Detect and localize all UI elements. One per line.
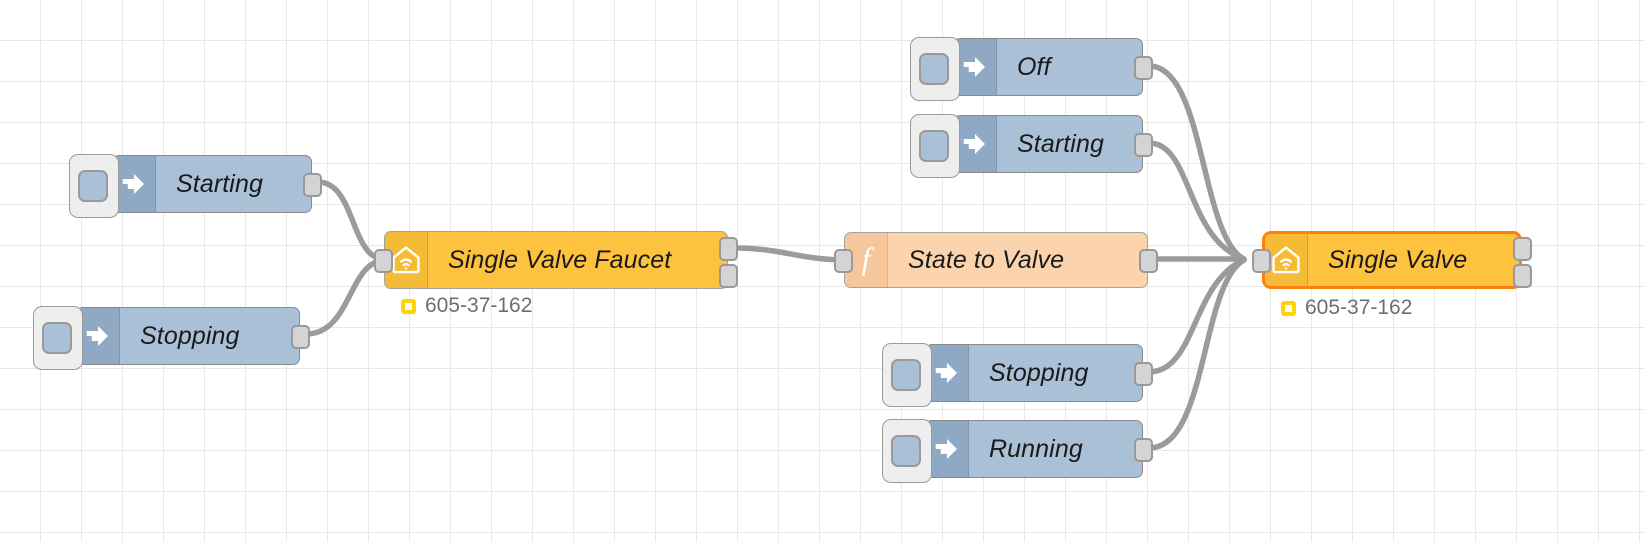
output-port[interactable] [303, 173, 322, 197]
inject-arrow-icon [113, 156, 156, 212]
inject-trigger-button[interactable] [69, 154, 119, 218]
home-assistant-icon [1265, 234, 1308, 286]
wire-stopping-right-to-single-valve [1146, 257, 1247, 375]
output-port-2[interactable] [719, 264, 738, 288]
node-label: Off [1017, 52, 1051, 81]
input-port[interactable] [374, 249, 393, 273]
inject-arrow-icon [926, 345, 969, 401]
node-label: Stopping [140, 321, 240, 350]
inject-arrow-icon [77, 308, 120, 364]
node-status: 605-37-162 [401, 294, 532, 318]
output-port[interactable] [1134, 438, 1153, 462]
status-text: 605-37-162 [1305, 296, 1413, 319]
inject-trigger-button-inner [891, 435, 921, 467]
svg-text:f: f [862, 244, 875, 276]
inject-trigger-button[interactable] [910, 114, 960, 178]
inject-arrow-icon [954, 39, 997, 95]
output-port-1[interactable] [719, 237, 738, 261]
node-label: Single Valve [1328, 245, 1468, 274]
node-inject-starting-left[interactable]: Starting [69, 154, 322, 218]
wire-running-to-single-valve [1146, 257, 1247, 451]
node-inject-stopping-right[interactable]: Stopping [882, 343, 1153, 407]
node-label: Starting [176, 169, 263, 198]
node-label: Single Valve Faucet [448, 245, 672, 274]
node-inject-starting-right[interactable]: Starting [910, 114, 1153, 178]
input-port[interactable] [1252, 249, 1271, 273]
inject-trigger-button-inner [42, 322, 72, 354]
node-ha-single-valve[interactable]: Single Valve 605-37-162 [1252, 231, 1532, 319]
wire-faucet-to-function [731, 245, 849, 263]
node-inject-off[interactable]: Off [910, 37, 1153, 101]
wire-starting-to-faucet [315, 179, 389, 263]
status-dot-icon [401, 298, 416, 314]
output-port[interactable] [1134, 56, 1153, 80]
output-port-1[interactable] [1513, 237, 1532, 261]
node-label: State to Valve [908, 245, 1065, 274]
node-inject-running[interactable]: Running [882, 419, 1153, 483]
output-port[interactable] [1139, 249, 1158, 273]
node-label: Stopping [989, 358, 1089, 387]
node-status: 605-37-162 [1281, 296, 1412, 320]
inject-trigger-button-inner [919, 53, 949, 85]
output-port[interactable] [1134, 362, 1153, 386]
status-dot-icon [1281, 300, 1296, 316]
inject-trigger-button-inner [78, 170, 108, 202]
node-function-state-to-valve[interactable]: f State to Valve [834, 232, 1158, 288]
node-label: Starting [1017, 129, 1104, 158]
inject-trigger-button-inner [919, 130, 949, 162]
output-port[interactable] [291, 325, 310, 349]
input-port[interactable] [834, 249, 853, 273]
inject-trigger-button[interactable] [882, 343, 932, 407]
flow-canvas[interactable]: Starting Stopping Single Valve Faucet 60… [0, 0, 1644, 542]
inject-arrow-icon [926, 421, 969, 477]
inject-trigger-button[interactable] [882, 419, 932, 483]
inject-arrow-icon [954, 116, 997, 172]
inject-trigger-button-inner [891, 359, 921, 391]
node-ha-single-valve-faucet[interactable]: Single Valve Faucet 605-37-162 [374, 231, 738, 317]
inject-trigger-button[interactable] [910, 37, 960, 101]
node-label: Running [989, 434, 1083, 463]
node-inject-stopping-left[interactable]: Stopping [33, 306, 310, 370]
output-port[interactable] [1134, 133, 1153, 157]
output-port-2[interactable] [1513, 264, 1532, 288]
status-text: 605-37-162 [425, 294, 533, 317]
inject-trigger-button[interactable] [33, 306, 83, 370]
wire-stopping-to-faucet [303, 257, 389, 337]
wire-off-to-single-valve [1146, 63, 1247, 262]
wire-starting-right-to-single-valve [1146, 140, 1247, 262]
